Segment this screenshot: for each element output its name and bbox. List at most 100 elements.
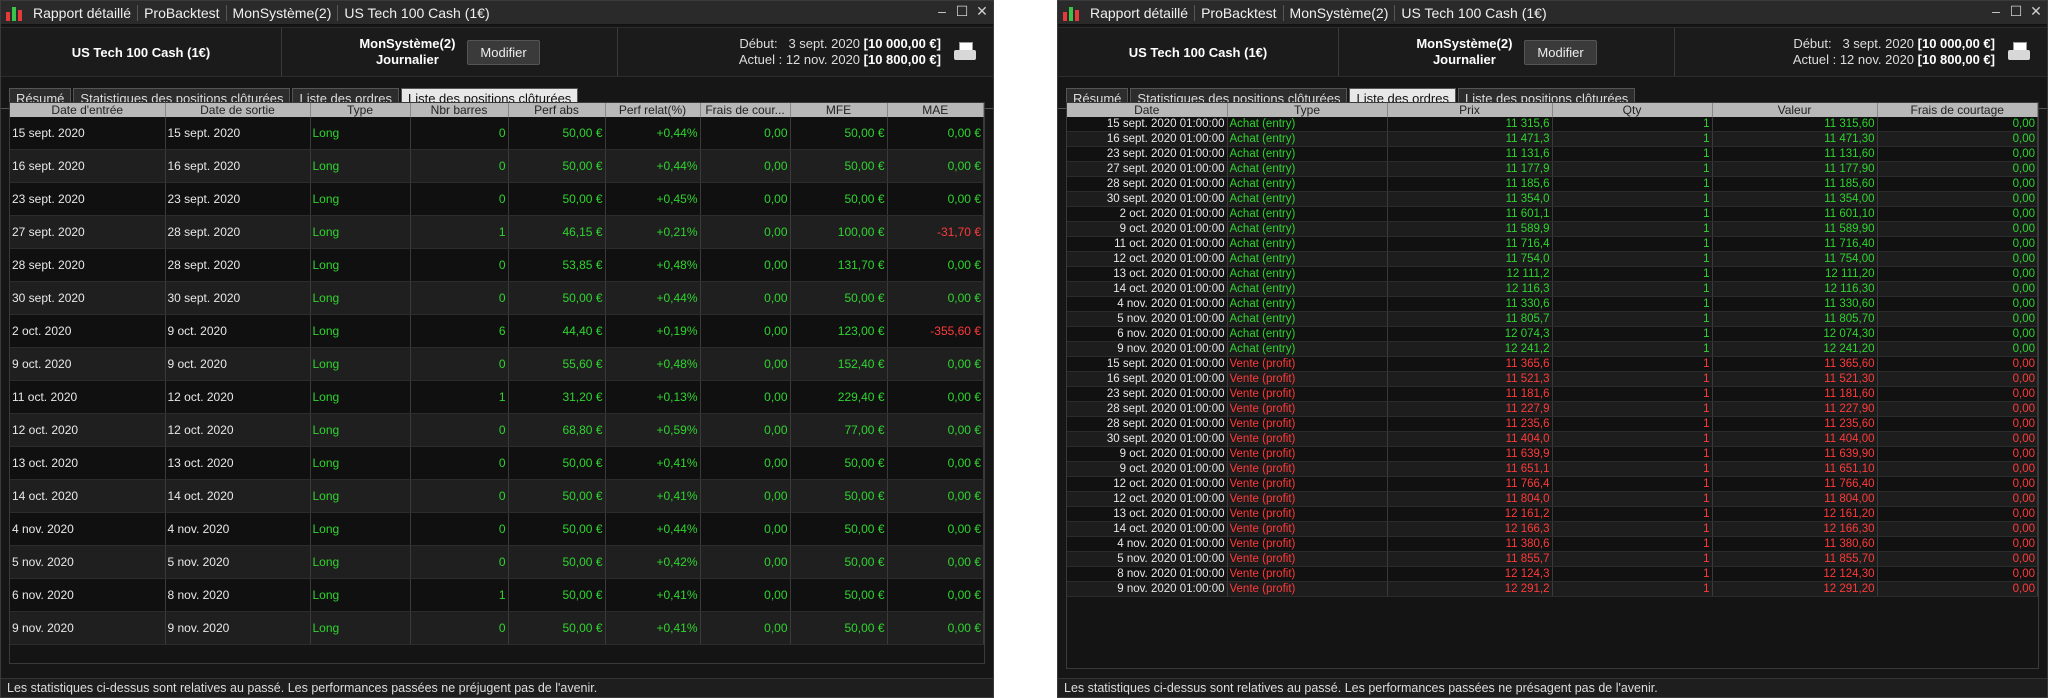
table-row[interactable]: 9 oct. 2020 01:00:00 Vente (profit) 11 639… bbox=[1067, 446, 2038, 462]
column-header[interactable]: Type bbox=[310, 103, 411, 117]
dates-info: Début: 3 sept. 2020 [10 000,00 €] Actuel… bbox=[739, 36, 941, 68]
table-row[interactable]: 5 nov. 2020 5 nov. 2020 Long 0 50,00 € +0,42%… bbox=[10, 545, 984, 579]
table-cell: 0,00 bbox=[1877, 161, 2038, 177]
table-cell: 11 380,60 bbox=[1712, 536, 1878, 552]
table-cell: 16 sept. 2020 bbox=[165, 149, 311, 183]
column-header[interactable]: Frais de cour... bbox=[700, 103, 791, 117]
table-row[interactable]: 30 sept. 2020 01:00:00 Achat (entry) 11 35… bbox=[1067, 191, 2038, 207]
table-row[interactable]: 9 nov. 2020 01:00:00 Achat (entry) 12 241,… bbox=[1067, 341, 2038, 357]
table-row[interactable]: 11 oct. 2020 01:00:00 Achat (entry) 11 716… bbox=[1067, 236, 2038, 252]
table-row[interactable]: 23 sept. 2020 23 sept. 2020 Long 0 50,00 € +0… bbox=[10, 182, 984, 216]
column-header[interactable]: MAE bbox=[887, 103, 984, 117]
title-segment: Rapport détaillé bbox=[1084, 4, 1196, 21]
modify-button[interactable]: Modifier bbox=[467, 39, 540, 65]
table-cell: 0,00 bbox=[700, 314, 791, 348]
table-cell: 1 bbox=[1552, 326, 1713, 342]
column-header[interactable]: Nbr barres bbox=[410, 103, 509, 117]
close-icon[interactable]: ✕ bbox=[975, 3, 989, 19]
table-row[interactable]: 6 nov. 2020 01:00:00 Achat (entry) 12 074,… bbox=[1067, 326, 2038, 342]
table-cell: 11 601,10 bbox=[1712, 206, 1878, 222]
table-row[interactable]: 8 nov. 2020 01:00:00 Vente (profit) 12 124… bbox=[1067, 566, 2038, 582]
table-row[interactable]: 9 nov. 2020 9 nov. 2020 Long 0 50,00 € +0,41%… bbox=[10, 611, 984, 645]
table-row[interactable]: 27 sept. 2020 28 sept. 2020 Long 1 46,15 € +0… bbox=[10, 215, 984, 249]
table-row[interactable]: 16 sept. 2020 01:00:00 Vente (profit) 11 5… bbox=[1067, 371, 2038, 387]
table-row[interactable]: 16 sept. 2020 16 sept. 2020 Long 0 50,00 € +0… bbox=[10, 149, 984, 183]
table-row[interactable]: 28 sept. 2020 01:00:00 Achat (entry) 11 18… bbox=[1067, 176, 2038, 192]
current-label: Actuel : bbox=[738, 52, 783, 67]
table-cell: Vente (profit) bbox=[1227, 506, 1388, 522]
maximize-icon[interactable]: ☐ bbox=[955, 3, 969, 19]
table-row[interactable]: 14 oct. 2020 14 oct. 2020 Long 0 50,00 € +0,4… bbox=[10, 479, 984, 513]
table-row[interactable]: 6 nov. 2020 8 nov. 2020 Long 1 50,00 € +0,41%… bbox=[10, 578, 984, 612]
table-row[interactable]: 5 nov. 2020 01:00:00 Vente (profit) 11 855… bbox=[1067, 551, 2038, 567]
table-cell: 1 bbox=[1552, 356, 1713, 372]
table-row[interactable]: 30 sept. 2020 01:00:00 Vente (profit) 11 4… bbox=[1067, 431, 2038, 447]
table-cell: 50,00 € bbox=[508, 281, 606, 315]
table-row[interactable]: 30 sept. 2020 30 sept. 2020 Long 0 50,00 € +0… bbox=[10, 281, 984, 315]
system-name: MonSystème(2) bbox=[359, 36, 456, 51]
table-row[interactable]: 2 oct. 2020 9 oct. 2020 Long 6 44,40 € +0,19%… bbox=[10, 314, 984, 348]
table-row[interactable]: 14 oct. 2020 01:00:00 Vente (profit) 12 16… bbox=[1067, 521, 2038, 537]
table-cell: 0,00 bbox=[1877, 476, 2038, 492]
table-row[interactable]: 27 sept. 2020 01:00:00 Achat (entry) 11 17… bbox=[1067, 161, 2038, 177]
table-cell: 0,00 bbox=[700, 578, 791, 612]
column-header[interactable]: Type bbox=[1227, 103, 1388, 117]
column-header[interactable]: Frais de courtage bbox=[1877, 103, 2038, 117]
minimize-icon[interactable]: – bbox=[1989, 3, 2003, 19]
table-row[interactable]: 12 oct. 2020 01:00:00 Vente (profit) 11 76… bbox=[1067, 476, 2038, 492]
printer-icon[interactable] bbox=[953, 41, 979, 63]
table-row[interactable]: 4 nov. 2020 01:00:00 Vente (profit) 11 380… bbox=[1067, 536, 2038, 552]
table-row[interactable]: 12 oct. 2020 01:00:00 Vente (profit) 11 80… bbox=[1067, 491, 2038, 507]
table-row[interactable]: 28 sept. 2020 01:00:00 Vente (profit) 11 2… bbox=[1067, 416, 2038, 432]
column-header[interactable]: Perf relat(%) bbox=[605, 103, 701, 117]
table-row[interactable]: 12 oct. 2020 01:00:00 Achat (entry) 11 754… bbox=[1067, 251, 2038, 267]
table-row[interactable]: 13 oct. 2020 13 oct. 2020 Long 0 50,00 € +0,4… bbox=[10, 446, 984, 480]
table-row[interactable]: 16 sept. 2020 01:00:00 Achat (entry) 11 47… bbox=[1067, 131, 2038, 147]
table-cell: 12 074,30 bbox=[1712, 326, 1878, 342]
table-row[interactable]: 11 oct. 2020 12 oct. 2020 Long 1 31,20 € +0,1… bbox=[10, 380, 984, 414]
table-row[interactable]: 13 oct. 2020 01:00:00 Vente (profit) 12 16… bbox=[1067, 506, 2038, 522]
column-header[interactable]: Date de sortie bbox=[165, 103, 311, 117]
close-icon[interactable]: ✕ bbox=[2029, 3, 2043, 19]
table-row[interactable]: 28 sept. 2020 01:00:00 Vente (profit) 11 2… bbox=[1067, 401, 2038, 417]
table-row[interactable]: 14 oct. 2020 01:00:00 Achat (entry) 12 116… bbox=[1067, 281, 2038, 297]
table-row[interactable]: 23 sept. 2020 01:00:00 Vente (profit) 11 1… bbox=[1067, 386, 2038, 402]
table-row[interactable]: 12 oct. 2020 12 oct. 2020 Long 0 68,80 € +0,5… bbox=[10, 413, 984, 447]
table-row[interactable]: 15 sept. 2020 01:00:00 Achat (entry) 11 31… bbox=[1067, 117, 2038, 132]
table-cell: 12 161,2 bbox=[1387, 506, 1553, 522]
table-cell: 12 074,3 bbox=[1387, 326, 1553, 342]
table-row[interactable]: 9 nov. 2020 01:00:00 Vente (profit) 12 291… bbox=[1067, 581, 2038, 597]
table-cell: 50,00 € bbox=[508, 545, 606, 579]
column-header[interactable]: Date d'entrée bbox=[10, 103, 166, 117]
table-row[interactable]: 15 sept. 2020 15 sept. 2020 Long 0 50,00 € +0… bbox=[10, 117, 984, 150]
table-cell: Vente (profit) bbox=[1227, 431, 1388, 447]
start-label: Début: bbox=[1793, 36, 1832, 51]
table-row[interactable]: 23 sept. 2020 01:00:00 Achat (entry) 11 13… bbox=[1067, 146, 2038, 162]
modify-button[interactable]: Modifier bbox=[1524, 39, 1597, 65]
column-header[interactable]: Date bbox=[1067, 103, 1228, 117]
maximize-icon[interactable]: ☐ bbox=[2009, 3, 2023, 19]
minimize-icon[interactable]: – bbox=[935, 3, 949, 19]
table-row[interactable]: 4 nov. 2020 01:00:00 Achat (entry) 11 330,… bbox=[1067, 296, 2038, 312]
table-cell: 1 bbox=[410, 578, 509, 612]
table-row[interactable]: 15 sept. 2020 01:00:00 Vente (profit) 11 3… bbox=[1067, 356, 2038, 372]
table-cell: 23 sept. 2020 bbox=[10, 182, 166, 216]
column-header[interactable]: Perf abs bbox=[508, 103, 606, 117]
column-header[interactable]: Valeur bbox=[1712, 103, 1878, 117]
table-row[interactable]: 5 nov. 2020 01:00:00 Achat (entry) 11 805,… bbox=[1067, 311, 2038, 327]
printer-icon[interactable] bbox=[2007, 41, 2033, 63]
column-header[interactable]: MFE bbox=[790, 103, 888, 117]
column-header[interactable]: Qty bbox=[1552, 103, 1713, 117]
table-row[interactable]: 9 oct. 2020 01:00:00 Vente (profit) 11 651… bbox=[1067, 461, 2038, 477]
table-cell: 123,00 € bbox=[790, 314, 888, 348]
table-row[interactable]: 13 oct. 2020 01:00:00 Achat (entry) 12 111… bbox=[1067, 266, 2038, 282]
table-row[interactable]: 9 oct. 2020 9 oct. 2020 Long 0 55,60 € +0,48%… bbox=[10, 347, 984, 381]
table-row[interactable]: 28 sept. 2020 28 sept. 2020 Long 0 53,85 € +0… bbox=[10, 248, 984, 282]
table-row[interactable]: 2 oct. 2020 01:00:00 Achat (entry) 11 601,… bbox=[1067, 206, 2038, 222]
table-cell: Achat (entry) bbox=[1227, 326, 1388, 342]
table-cell: Achat (entry) bbox=[1227, 221, 1388, 237]
column-header[interactable]: Prix bbox=[1387, 103, 1553, 117]
table-row[interactable]: 4 nov. 2020 4 nov. 2020 Long 0 50,00 € +0,44%… bbox=[10, 512, 984, 546]
disclaimer-text: Les statistiques ci-dessus sont relative… bbox=[1058, 678, 2047, 697]
table-row[interactable]: 9 oct. 2020 01:00:00 Achat (entry) 11 589,… bbox=[1067, 221, 2038, 237]
